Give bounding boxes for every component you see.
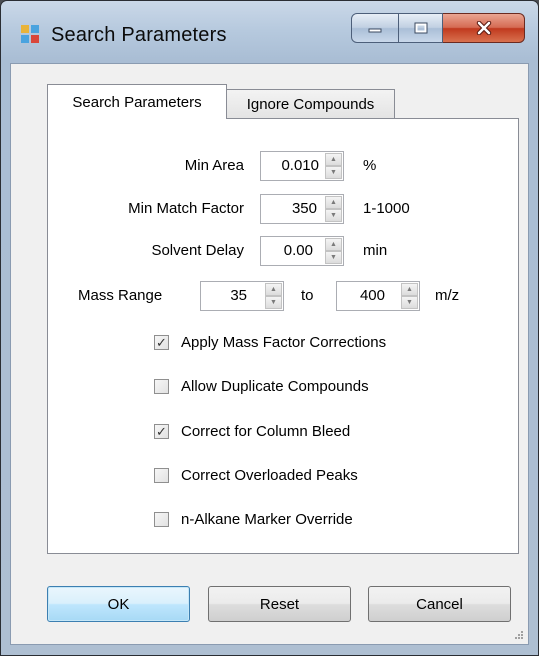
min-area-value[interactable]: 0.010 <box>261 152 319 180</box>
checkbox-label: n-Alkane Marker Override <box>181 511 353 528</box>
min-match-factor-range: 1-1000 <box>363 200 410 217</box>
checkbox-box[interactable]: ✓ <box>154 424 169 439</box>
minimize-button[interactable] <box>351 13 399 43</box>
minimize-icon <box>368 28 382 33</box>
spin-down-icon[interactable]: ▼ <box>325 251 342 264</box>
allow-duplicate-compounds-checkbox[interactable]: Allow Duplicate Compounds <box>154 378 369 395</box>
tab-search-parameters[interactable]: Search Parameters <box>47 84 227 119</box>
checkbox-label: Correct Overloaded Peaks <box>181 467 358 484</box>
spin-up-icon[interactable]: ▲ <box>325 238 342 251</box>
solvent-delay-spinner[interactable]: 0.00 ▲ ▼ <box>260 236 344 266</box>
checkmark-icon: ✓ <box>156 424 167 439</box>
correct-for-column-bleed-checkbox[interactable]: ✓ Correct for Column Bleed <box>154 423 350 440</box>
spin-up-icon[interactable]: ▲ <box>325 196 342 209</box>
mass-range-unit: m/z <box>435 287 460 304</box>
n-alkane-marker-override-checkbox[interactable]: n-Alkane Marker Override <box>154 511 353 528</box>
min-area-spinner[interactable]: 0.010 ▲ ▼ <box>260 151 344 181</box>
spin-down-icon[interactable]: ▼ <box>325 209 342 222</box>
min-match-factor-label: Min Match Factor <box>128 200 244 217</box>
window-title: Search Parameters <box>51 24 227 46</box>
ok-button[interactable]: OK <box>47 586 190 622</box>
tab-ignore-compounds[interactable]: Ignore Compounds <box>227 89 395 120</box>
solvent-delay-label: Solvent Delay <box>151 242 244 259</box>
checkbox-label: Apply Mass Factor Corrections <box>181 334 387 351</box>
checkbox-box[interactable] <box>154 379 169 394</box>
correct-overloaded-peaks-checkbox[interactable]: Correct Overloaded Peaks <box>154 467 358 484</box>
title-bar[interactable]: Search Parameters <box>1 1 538 63</box>
min-area-unit: % <box>363 157 377 174</box>
app-icon <box>21 25 39 43</box>
mass-range-from-spinner[interactable]: 35 ▲ ▼ <box>200 281 284 311</box>
close-icon <box>476 21 491 35</box>
mass-range-from-value[interactable]: 35 <box>201 282 247 310</box>
spin-down-icon[interactable]: ▼ <box>325 166 342 179</box>
spin-down-icon[interactable]: ▼ <box>401 296 418 309</box>
spin-up-icon[interactable]: ▲ <box>265 283 282 296</box>
spin-up-icon[interactable]: ▲ <box>401 283 418 296</box>
spin-up-icon[interactable]: ▲ <box>325 153 342 166</box>
mass-range-to-label: to <box>301 287 314 304</box>
mass-range-to-value[interactable]: 400 <box>337 282 385 310</box>
spin-down-icon[interactable]: ▼ <box>265 296 282 309</box>
maximize-button[interactable] <box>399 13 443 43</box>
solvent-delay-value[interactable]: 0.00 <box>261 237 313 265</box>
checkbox-box[interactable] <box>154 468 169 483</box>
checkbox-label: Allow Duplicate Compounds <box>181 378 369 395</box>
min-area-label: Min Area <box>184 157 244 174</box>
reset-button[interactable]: Reset <box>208 586 351 622</box>
resize-grip-icon[interactable] <box>514 630 524 640</box>
checkbox-box[interactable] <box>154 512 169 527</box>
window-controls <box>351 13 525 43</box>
maximize-icon <box>414 22 427 34</box>
apply-mass-factor-corrections-checkbox[interactable]: ✓ Apply Mass Factor Corrections <box>154 334 386 351</box>
mass-range-label: Mass Range <box>78 287 163 304</box>
solvent-delay-unit: min <box>363 242 388 259</box>
tab-panel-search-parameters: Min Area 0.010 ▲ ▼ % Min Match Factor 350… <box>47 118 519 554</box>
min-match-factor-spinner[interactable]: 350 ▲ ▼ <box>260 194 344 224</box>
mass-range-to-spinner[interactable]: 400 ▲ ▼ <box>336 281 420 311</box>
min-match-factor-value[interactable]: 350 <box>261 195 317 223</box>
checkbox-label: Correct for Column Bleed <box>181 423 351 440</box>
close-button[interactable] <box>443 13 525 43</box>
checkbox-box[interactable]: ✓ <box>154 335 169 350</box>
checkmark-icon: ✓ <box>156 335 167 350</box>
dialog-window: Search Parameters Search Parameters Igno… <box>0 0 539 656</box>
cancel-button[interactable]: Cancel <box>368 586 511 622</box>
dialog-content: Search Parameters Ignore Compounds Min A… <box>10 63 529 645</box>
